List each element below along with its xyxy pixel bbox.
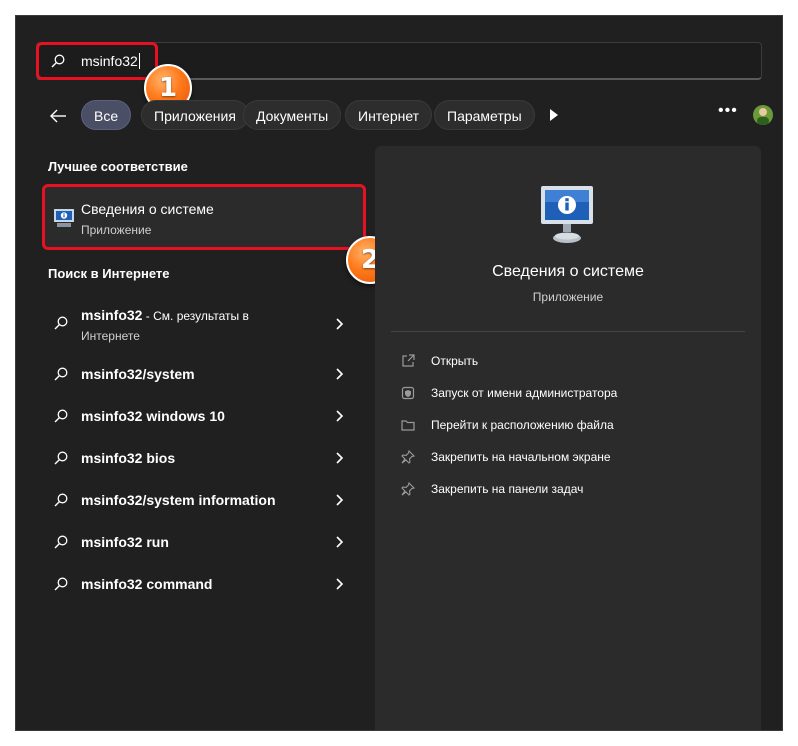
detail-divider <box>391 331 745 332</box>
back-arrow-icon[interactable] <box>48 106 68 126</box>
web-search-result[interactable]: msinfo32/system information <box>44 480 364 520</box>
web-result-text: msinfo32 run <box>81 534 169 550</box>
chevron-right-icon <box>336 494 344 506</box>
web-result-text: msinfo32/system information <box>81 492 276 508</box>
detail-subtitle: Приложение <box>532 290 604 304</box>
pin-icon <box>401 450 415 464</box>
chevron-right-icon <box>336 368 344 380</box>
filter-all[interactable]: Все <box>81 100 132 130</box>
avatar-image <box>757 108 769 125</box>
web-result-text: msinfo32/system <box>81 366 195 382</box>
web-result-suffix: - См. результаты в <box>142 309 249 323</box>
web-search-result[interactable]: msinfo32/system <box>44 354 364 394</box>
web-search-result[interactable]: msinfo32 command <box>44 564 364 604</box>
highlight-frame-search <box>36 42 158 80</box>
action-label: Открыть <box>431 354 479 368</box>
start-search-window: msinfo32 1 Все Приложения Документы Инте… <box>16 16 782 730</box>
action-label: Перейти к расположению файла <box>431 418 614 432</box>
chevron-right-icon <box>336 410 344 422</box>
filter-web[interactable]: Интернет <box>345 100 433 130</box>
detail-title: Сведения о системе <box>492 263 644 280</box>
open-external-icon <box>402 354 415 367</box>
chevron-right-icon <box>336 318 344 330</box>
admin-shield-icon <box>401 386 415 400</box>
chevron-right-icon <box>336 578 344 590</box>
web-result-suffix-line2: Интернете <box>81 329 140 343</box>
chevron-right-icon <box>336 536 344 548</box>
pin-icon <box>401 482 415 496</box>
search-icon <box>54 316 68 330</box>
web-result-text: msinfo32 windows 10 <box>81 408 225 424</box>
web-search-result[interactable]: msinfo32 bios <box>44 438 364 478</box>
highlight-frame-best-match <box>42 184 366 250</box>
web-search-result[interactable]: msinfo32 - См. результаты в Интернете <box>44 302 364 346</box>
web-search-heading: Поиск в Интернете <box>48 266 170 281</box>
search-icon <box>54 451 68 465</box>
detail-pane: Сведения о системе Приложение Открыть За… <box>375 146 761 730</box>
web-search-result[interactable]: msinfo32 windows 10 <box>44 396 364 436</box>
web-result-text: msinfo32 - См. результаты в <box>81 307 249 323</box>
search-icon <box>54 535 68 549</box>
system-information-app-icon <box>541 186 593 243</box>
more-options-icon[interactable]: ••• <box>718 102 738 120</box>
filter-documents[interactable]: Документы <box>243 100 342 130</box>
search-icon <box>54 493 68 507</box>
action-label: Закрепить на панели задач <box>431 482 584 496</box>
filter-settings[interactable]: Параметры <box>434 100 535 130</box>
search-icon <box>54 409 68 423</box>
web-result-text: msinfo32 bios <box>81 450 176 466</box>
search-icon <box>54 367 68 381</box>
web-result-query: msinfo32 <box>81 307 143 323</box>
folder-icon <box>401 420 415 431</box>
more-filters-arrow-icon[interactable] <box>550 109 558 121</box>
chevron-right-icon <box>336 452 344 464</box>
search-icon <box>54 577 68 591</box>
best-match-heading: Лучшее соответствие <box>48 159 188 174</box>
user-avatar[interactable] <box>753 105 773 125</box>
filter-apps[interactable]: Приложения <box>141 100 249 130</box>
web-result-text: msinfo32 command <box>81 576 213 592</box>
web-search-result[interactable]: msinfo32 run <box>44 522 364 562</box>
action-label: Запуск от имени администратора <box>431 386 618 400</box>
action-label: Закрепить на начальном экране <box>431 450 611 464</box>
